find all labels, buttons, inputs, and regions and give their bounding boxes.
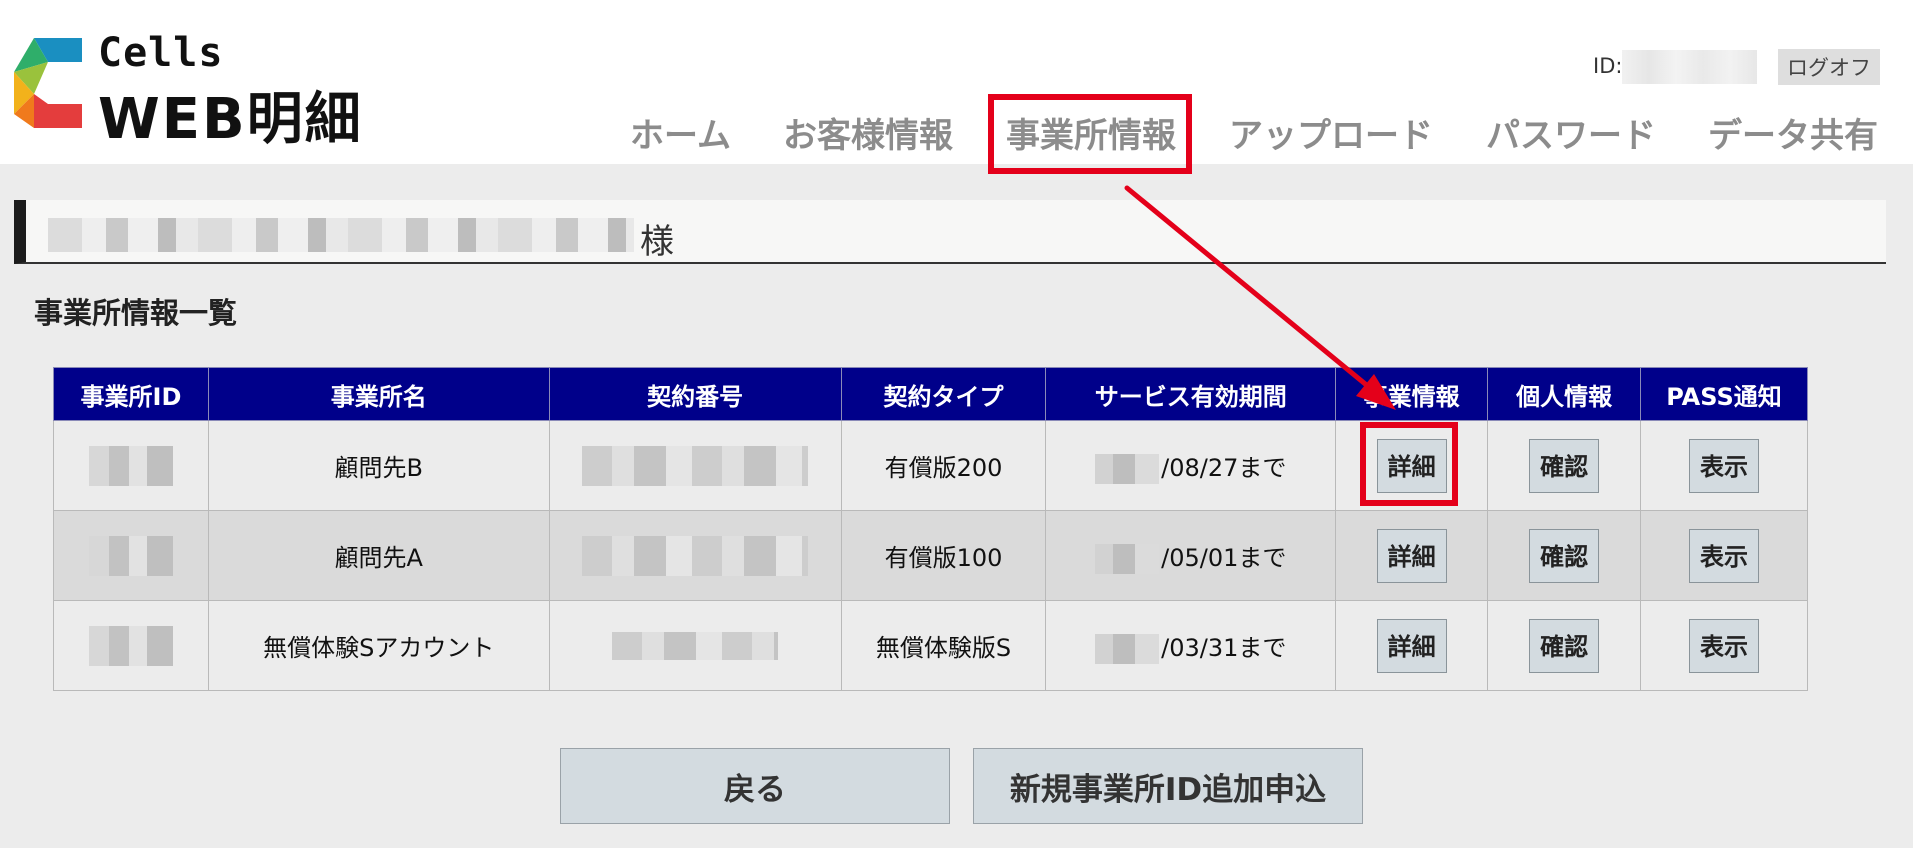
- nav-highlight-box: [988, 94, 1192, 174]
- show-button[interactable]: 表示: [1689, 618, 1760, 673]
- contract-number-redacted: [612, 632, 779, 660]
- office-id-redacted: [88, 625, 173, 666]
- cells-logo-icon: [14, 38, 82, 128]
- office-name-cell: 無償体験Sアカウント: [207, 600, 550, 691]
- contract-number-cell: [548, 600, 842, 691]
- personal-info-cell: 確認: [1487, 420, 1642, 511]
- contract-number-redacted: [582, 445, 809, 486]
- year-redacted: [1095, 633, 1160, 664]
- table-row: 無償体験Sアカウント 無償体験版S /03/31まで 詳細 確認 表示: [53, 600, 1808, 691]
- office-id-cell: [53, 420, 209, 511]
- section-title: 事業所情報一覧: [34, 296, 238, 330]
- year-redacted: [1095, 453, 1160, 484]
- user-id-label: ID:: [1593, 54, 1623, 78]
- detail-button[interactable]: 詳細: [1376, 528, 1447, 583]
- nav-data-share[interactable]: データ共有: [1708, 108, 1878, 157]
- add-office-button[interactable]: 新規事業所ID追加申込: [973, 748, 1363, 824]
- header: Cells WEB明細 ID: ログオフ ホーム お客様情報 事業所情報 アップ…: [0, 0, 1913, 174]
- pass-notice-cell: 表示: [1640, 600, 1808, 691]
- customer-honorific: 様: [640, 222, 674, 262]
- detail-highlight-box: [1360, 422, 1458, 506]
- customer-name-redacted: [48, 218, 634, 252]
- nav-home[interactable]: ホーム: [630, 108, 731, 157]
- service-period-text: /05/01まで: [1161, 543, 1287, 572]
- table-row: 顧問先B 有償版200 /08/27まで 詳細 確認 表示: [53, 420, 1808, 511]
- pass-notice-cell: 表示: [1640, 420, 1808, 511]
- show-button[interactable]: 表示: [1689, 528, 1760, 583]
- service-period-cell: /03/31まで: [1045, 600, 1337, 691]
- office-table: 事業所ID 事業所名 契約番号 契約タイプ サービス有効期間 事業情報 個人情報…: [53, 367, 1808, 691]
- nav-upload[interactable]: アップロード: [1229, 108, 1433, 157]
- logo-text-web-meisai: WEB明細: [98, 87, 363, 152]
- col-contract-type: 契約タイプ: [840, 367, 1047, 421]
- year-redacted: [1095, 543, 1160, 574]
- col-contract-number: 契約番号: [548, 367, 842, 421]
- office-id-cell: [53, 510, 209, 601]
- pass-notice-cell: 表示: [1640, 510, 1808, 601]
- logoff-button[interactable]: ログオフ: [1778, 49, 1880, 85]
- show-button[interactable]: 表示: [1689, 438, 1760, 493]
- col-service-period: サービス有効期間: [1045, 367, 1337, 421]
- col-office-id: 事業所ID: [53, 367, 209, 421]
- contract-type-cell: 有償版200: [840, 420, 1047, 511]
- user-id-value-redacted: [1622, 50, 1757, 84]
- customer-name-bar: 様: [14, 200, 1886, 264]
- contract-type-cell: 有償版100: [840, 510, 1047, 601]
- office-name-cell: 顧問先B: [207, 420, 550, 511]
- detail-button[interactable]: 詳細: [1376, 618, 1447, 673]
- col-personal-info: 個人情報: [1487, 367, 1642, 421]
- confirm-button[interactable]: 確認: [1529, 618, 1600, 673]
- table-header-row: 事業所ID 事業所名 契約番号 契約タイプ サービス有効期間 事業情報 個人情報…: [53, 367, 1808, 421]
- service-period-text: /08/27まで: [1161, 453, 1287, 482]
- business-info-cell: 詳細: [1335, 510, 1489, 601]
- office-name-cell: 顧問先A: [207, 510, 550, 601]
- contract-type-cell: 無償体験版S: [840, 600, 1047, 691]
- personal-info-cell: 確認: [1487, 600, 1642, 691]
- back-button[interactable]: 戻る: [560, 748, 950, 824]
- service-period-text: /03/31まで: [1161, 633, 1287, 662]
- confirm-button[interactable]: 確認: [1529, 438, 1600, 493]
- nav-customer-info[interactable]: お客様情報: [783, 108, 953, 157]
- office-id-cell: [53, 600, 209, 691]
- col-business-info: 事業情報: [1335, 367, 1489, 421]
- business-info-cell: 詳細: [1335, 600, 1489, 691]
- table-row: 顧問先A 有償版100 /05/01まで 詳細 確認 表示: [53, 510, 1808, 601]
- contract-number-cell: [548, 420, 842, 511]
- nav-password[interactable]: パスワード: [1486, 108, 1656, 157]
- office-id-redacted: [88, 445, 173, 486]
- personal-info-cell: 確認: [1487, 510, 1642, 601]
- contract-number-redacted: [582, 535, 809, 576]
- service-period-cell: /08/27まで: [1045, 420, 1337, 511]
- service-period-cell: /05/01まで: [1045, 510, 1337, 601]
- col-office-name: 事業所名: [207, 367, 550, 421]
- col-pass-notice: PASS通知: [1640, 367, 1808, 421]
- office-id-redacted: [88, 535, 173, 576]
- contract-number-cell: [548, 510, 842, 601]
- logo-text-cells: Cells: [98, 30, 224, 76]
- confirm-button[interactable]: 確認: [1529, 528, 1600, 583]
